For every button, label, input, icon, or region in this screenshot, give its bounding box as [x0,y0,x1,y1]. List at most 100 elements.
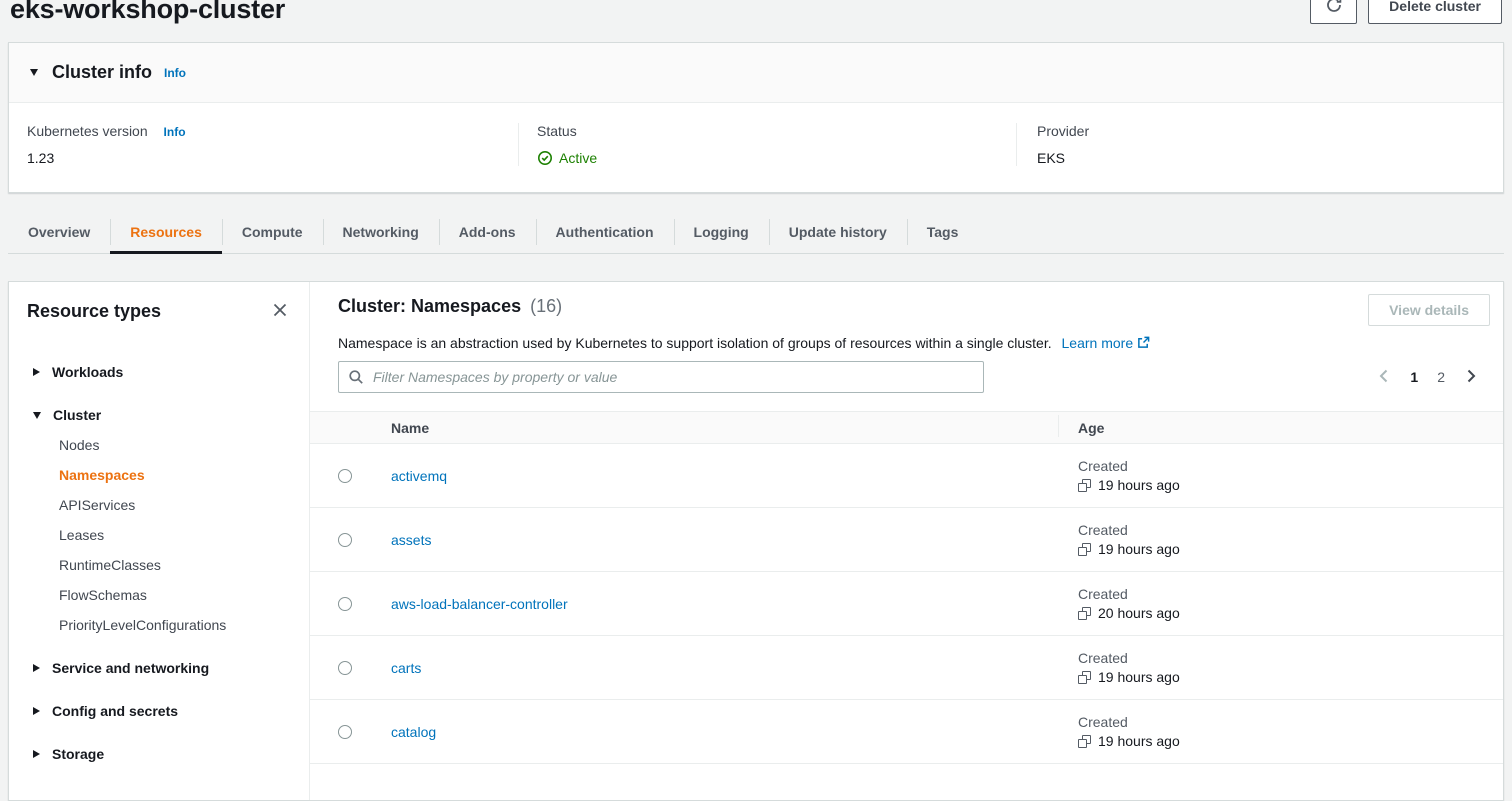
namespace-link[interactable]: catalog [391,724,436,740]
tree-item-prioritylevelconfigurations[interactable]: PriorityLevelConfigurations [33,610,309,640]
resources-panel: Resource types Workloads Cluster Nodes N… [8,281,1504,801]
row-radio-button[interactable] [338,533,352,547]
cluster-tabs: Overview Resources Compute Networking Ad… [8,210,1504,254]
copy-icon[interactable] [1078,671,1091,684]
field-status: Status Active [518,123,1016,166]
table-row: catalog Created 19 hours ago [310,700,1503,764]
status-label: Status [537,123,998,139]
tab-tags[interactable]: Tags [907,210,979,253]
delete-cluster-button[interactable]: Delete cluster [1368,0,1502,24]
age-value: 19 hours ago [1098,477,1180,493]
age-value: 20 hours ago [1098,605,1180,621]
age-value: 19 hours ago [1098,541,1180,557]
status-value: Active [559,150,597,166]
sidebar-close-button[interactable] [270,300,290,323]
tab-overview[interactable]: Overview [8,210,110,253]
kubernetes-version-info-link[interactable]: Info [164,125,186,139]
table-row: assets Created 19 hours ago [310,508,1503,572]
header-actions: Delete cluster [1310,0,1502,24]
view-details-button[interactable]: View details [1368,294,1490,326]
pagination-page-1[interactable]: 1 [1410,369,1418,385]
close-icon [272,302,288,321]
pagination: 1 2 [1377,368,1478,387]
created-label: Created [1078,522,1503,538]
tab-authentication[interactable]: Authentication [536,210,674,253]
tab-compute[interactable]: Compute [222,210,323,253]
refresh-icon [1325,0,1343,17]
row-radio-button[interactable] [338,661,352,675]
kubernetes-version-value: 1.23 [27,150,500,166]
row-radio-button[interactable] [338,725,352,739]
pagination-next-button[interactable] [1464,368,1478,387]
pagination-prev-button[interactable] [1377,368,1391,387]
namespace-link[interactable]: assets [391,532,431,548]
chevron-left-icon [1377,368,1391,387]
tree-group-storage[interactable]: Storage [33,739,309,769]
tab-add-ons[interactable]: Add-ons [439,210,536,253]
tree-item-namespaces[interactable]: Namespaces [33,460,309,490]
tab-update-history[interactable]: Update history [769,210,907,253]
row-radio-button[interactable] [338,469,352,483]
namespaces-content: Cluster: Namespaces (16) View details Na… [309,282,1503,800]
tab-resources[interactable]: Resources [110,210,222,253]
filter-input[interactable] [371,368,974,386]
caret-right-icon [33,368,40,376]
namespace-link[interactable]: aws-load-balancer-controller [391,596,568,612]
resource-tree: Workloads Cluster Nodes Namespaces APISe… [9,323,309,769]
status-check-icon [537,150,553,166]
table-row: carts Created 19 hours ago [310,636,1503,700]
namespace-count: (16) [530,296,562,316]
filter-input-box [338,361,984,393]
age-value: 19 hours ago [1098,669,1180,685]
created-label: Created [1078,650,1503,666]
cluster-info-title: Cluster info [52,62,152,83]
tab-logging[interactable]: Logging [674,210,769,253]
namespace-link[interactable]: activemq [391,468,447,484]
column-header-name: Name [391,420,1058,436]
tree-item-flowschemas[interactable]: FlowSchemas [33,580,309,610]
table-heading: Cluster: Namespaces [338,296,521,316]
kubernetes-version-label: Kubernetes version [27,123,148,139]
refresh-button[interactable] [1310,0,1357,24]
caret-right-icon [33,750,40,758]
field-provider: Provider EKS [1016,123,1503,166]
tab-networking[interactable]: Networking [323,210,439,253]
created-label: Created [1078,458,1503,474]
tree-item-apiservices[interactable]: APIServices [33,490,309,520]
copy-icon[interactable] [1078,543,1091,556]
page-title: eks-workshop-cluster [10,0,285,25]
tree-item-nodes[interactable]: Nodes [33,430,309,460]
cluster-info-info-link[interactable]: Info [164,66,186,80]
copy-icon[interactable] [1078,607,1091,620]
learn-more-link[interactable]: Learn more [1062,335,1150,351]
namespaces-table: Name Age activemq Created 19 hours ago a… [310,411,1503,764]
table-row: activemq Created 19 hours ago [310,444,1503,508]
created-label: Created [1078,714,1503,730]
copy-icon[interactable] [1078,735,1091,748]
collapse-caret-icon[interactable] [30,69,38,76]
namespace-link[interactable]: carts [391,660,421,676]
tree-group-workloads[interactable]: Workloads [33,357,309,387]
pagination-page-2[interactable]: 2 [1437,369,1445,385]
tree-item-leases[interactable]: Leases [33,520,309,550]
caret-right-icon [33,707,40,715]
namespace-description: Namespace is an abstraction used by Kube… [338,335,1052,351]
field-kubernetes-version: Kubernetes version Info 1.23 [9,123,518,166]
tree-group-cluster[interactable]: Cluster [33,400,309,430]
external-link-icon [1137,335,1150,351]
resource-types-sidebar: Resource types Workloads Cluster Nodes N… [9,282,309,800]
tree-item-runtimeclasses[interactable]: RuntimeClasses [33,550,309,580]
page-header: eks-workshop-cluster Delete cluster [0,0,1512,42]
caret-right-icon [33,664,40,672]
provider-value: EKS [1037,150,1485,166]
row-radio-button[interactable] [338,597,352,611]
provider-label: Provider [1037,123,1485,139]
tree-group-config-and-secrets[interactable]: Config and secrets [33,696,309,726]
created-label: Created [1078,586,1503,602]
tree-group-service-and-networking[interactable]: Service and networking [33,653,309,683]
sidebar-title: Resource types [27,301,161,322]
chevron-right-icon [1464,368,1478,387]
cluster-info-panel: Cluster info Info Kubernetes version Inf… [8,42,1504,193]
caret-down-icon [33,412,41,419]
copy-icon[interactable] [1078,479,1091,492]
